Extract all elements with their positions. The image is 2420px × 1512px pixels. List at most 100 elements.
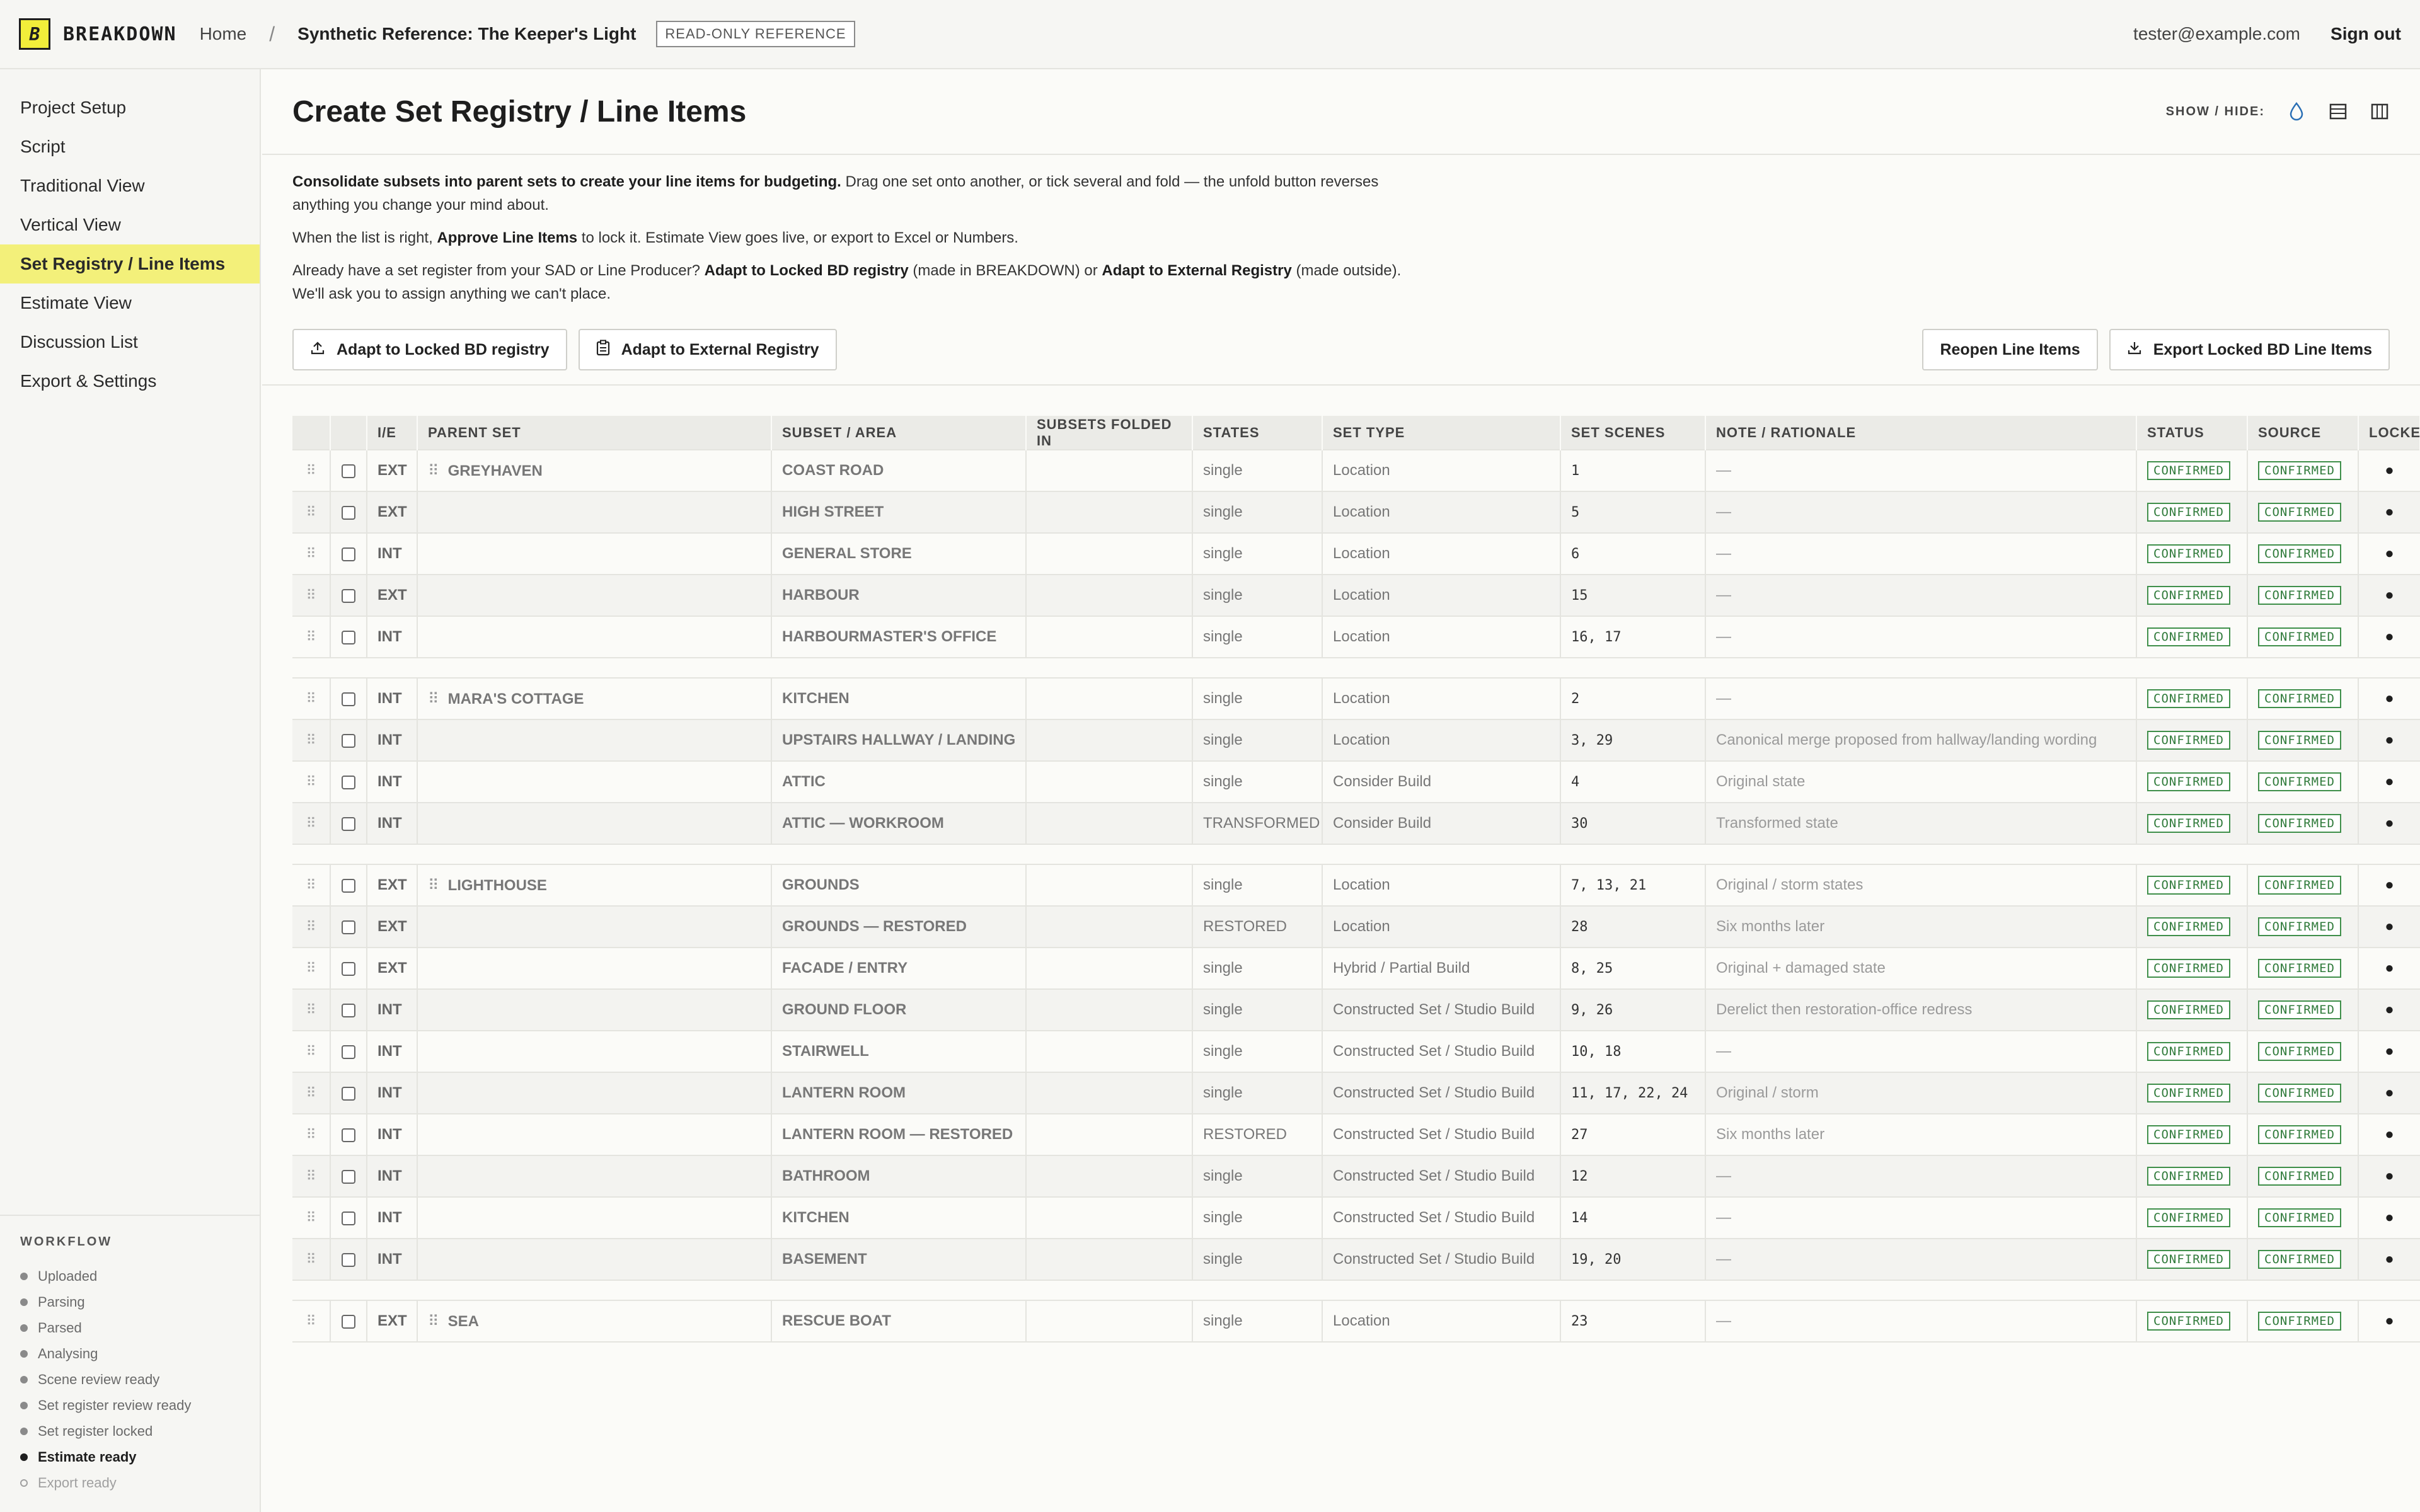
row-checkbox[interactable] [342,588,355,603]
export-line-items-button[interactable]: Export Locked BD Line Items [2109,329,2390,370]
sidebar-item-export-settings[interactable]: Export & Settings [0,362,260,401]
parent-set-cell [417,491,772,534]
row-checkbox[interactable] [342,920,355,934]
table-row[interactable]: ⠿ INT LANTERN ROOM — RESTORED RESTORED Const… [292,1114,2420,1156]
status-badge: CONFIRMED [2147,544,2230,563]
table-row[interactable]: ⠿ INT HARBOURMASTER'S OFFICE single Location… [292,616,2420,658]
row-checkbox[interactable] [342,547,355,561]
status-badge: CONFIRMED [2147,1208,2230,1227]
table-row[interactable]: ⠿ INT STAIRWELL single Constructed Set / Stu… [292,1031,2420,1073]
sidebar-item-script[interactable]: Script [0,127,260,166]
drag-handle-icon[interactable]: ⠿ [292,1197,331,1239]
table-row[interactable]: ⠿ EXT FACADE / ENTRY single Hybrid / Partial… [292,948,2420,990]
columns-icon[interactable] [2370,101,2390,122]
drag-handle-icon[interactable]: ⠿ [292,989,331,1031]
logo-icon[interactable]: B [19,18,50,50]
row-checkbox[interactable] [342,505,355,520]
sidebar-item-vertical-view[interactable]: Vertical View [0,205,260,244]
set-scenes-cell: 30 [1560,803,1706,845]
table-row[interactable]: ⠿ EXT ⠿ GREYHAVEN COAST ROAD single Location 1—… [292,449,2420,492]
table-row[interactable]: ⠿ EXT ⠿ SEA RESCUE BOAT single Location 23— CONF… [292,1300,2420,1343]
drag-handle-icon[interactable]: ⠿ [292,864,331,907]
sidebar-item-project-setup[interactable]: Project Setup [0,88,260,127]
drag-handle-icon[interactable]: ⠿ [292,761,331,803]
row-checkbox-cell [330,1300,367,1343]
sidebar-item-estimate-view[interactable]: Estimate View [0,284,260,323]
table-row[interactable]: ⠿ INT BATHROOM single Constructed Set / Stud… [292,1155,2420,1198]
row-checkbox[interactable] [342,1314,355,1329]
rows-icon[interactable] [2328,101,2348,122]
table-row[interactable]: ⠿ INT KITCHEN single Constructed Set / Studi… [292,1197,2420,1239]
drag-handle-icon[interactable]: ⠿ [292,449,331,492]
states-cell: single [1192,1031,1323,1073]
row-checkbox[interactable] [342,1211,355,1225]
parent-drag-handle-icon[interactable]: ⠿ [428,462,439,479]
row-checkbox[interactable] [342,733,355,748]
drag-handle-icon[interactable]: ⠿ [292,677,331,720]
drag-handle-icon[interactable]: ⠿ [292,1239,331,1281]
sign-out-button[interactable]: Sign out [2331,24,2401,44]
drag-handle-icon[interactable]: ⠿ [292,1072,331,1114]
drag-handle-icon[interactable]: ⠿ [292,1300,331,1343]
table-row[interactable]: ⠿ INT ⠿ MARA'S COTTAGE KITCHEN single Location… [292,677,2420,720]
brand-name[interactable]: BREAKDOWN [63,23,177,45]
sidebar-item-set-registry-line-items[interactable]: Set Registry / Line Items [0,244,260,284]
set-scenes-cell: 7, 13, 21 [1560,864,1706,907]
drag-handle-icon[interactable]: ⠿ [292,719,331,762]
row-checkbox[interactable] [342,630,355,644]
drag-handle-icon[interactable]: ⠿ [292,906,331,948]
drag-handle-icon[interactable]: ⠿ [292,1031,331,1073]
table-row[interactable]: ⠿ INT GENERAL STORE single Location 6— CONFIRM… [292,533,2420,575]
row-checkbox[interactable] [342,1003,355,1017]
row-checkbox[interactable] [342,464,355,478]
drag-handle-icon[interactable]: ⠿ [292,616,331,658]
breadcrumb-home[interactable]: Home [200,24,247,44]
sidebar-item-discussion-list[interactable]: Discussion List [0,323,260,362]
spacer-cell [1026,658,1192,678]
row-checkbox[interactable] [342,1128,355,1142]
table-row[interactable]: ⠿ INT BASEMENT single Constructed Set / Stud… [292,1239,2420,1281]
adapt-locked-registry-button[interactable]: Adapt to Locked BD registry [292,329,567,370]
reopen-line-items-button[interactable]: Reopen Line Items [1922,329,2098,370]
parent-drag-handle-icon[interactable]: ⠿ [428,690,439,707]
table-row[interactable]: ⠿ INT ATTIC — WORKROOM TRANSFORMED Consider … [292,803,2420,845]
drag-handle-icon[interactable]: ⠿ [292,533,331,575]
table-row[interactable]: ⠿ EXT GROUNDS — RESTORED RESTORED Location 28… [292,906,2420,948]
workflow-panel: WORKFLOW Uploaded Parsing Parsed Analysing S… [0,1215,260,1512]
row-checkbox[interactable] [342,1086,355,1101]
row-checkbox[interactable] [342,816,355,831]
adapt-external-registry-button[interactable]: Adapt to External Registry [578,329,837,370]
sidebar-item-traditional-view[interactable]: Traditional View [0,166,260,205]
table-row[interactable]: ⠿ EXT HIGH STREET single Location 5— CONFIRMED… [292,491,2420,534]
table-row[interactable]: ⠿ INT ATTIC single Consider Build 4 Original s… [292,761,2420,803]
table-row[interactable]: ⠿ INT GROUND FLOOR single Constructed Set / … [292,989,2420,1031]
drag-handle-icon[interactable]: ⠿ [292,575,331,617]
table-row[interactable]: ⠿ EXT ⠿ LIGHTHOUSE GROUNDS single Location 7, 1… [292,864,2420,907]
drag-handle-icon[interactable]: ⠿ [292,948,331,990]
row-checkbox[interactable] [342,1045,355,1059]
drag-handle-icon[interactable]: ⠿ [292,1114,331,1156]
drag-handle-icon[interactable]: ⠿ [292,1155,331,1198]
row-checkbox[interactable] [342,775,355,789]
table-row[interactable]: ⠿ EXT HARBOUR single Location 15— CONFIRMED CON… [292,575,2420,617]
spacer-cell [2247,1280,2358,1300]
row-checkbox[interactable] [342,878,355,893]
workflow-step-label: Estimate ready [38,1448,137,1465]
status-cell: CONFIRMED [2136,906,2248,948]
row-checkbox[interactable] [342,961,355,976]
table-row[interactable]: ⠿ INT UPSTAIRS HALLWAY / LANDING single Loca… [292,719,2420,762]
parent-drag-handle-icon[interactable]: ⠿ [428,877,439,894]
note-cell: — [1705,1031,2137,1073]
drag-handle-icon[interactable]: ⠿ [292,491,331,534]
row-checkbox[interactable] [342,1252,355,1267]
row-checkbox[interactable] [342,1169,355,1184]
row-checkbox[interactable] [342,692,355,706]
subset-cell: HIGH STREET [771,491,1027,534]
int-ext-cell: EXT [367,1300,418,1343]
table-row[interactable]: ⠿ INT LANTERN ROOM single Constructed Set / … [292,1072,2420,1114]
source-badge: CONFIRMED [2258,731,2341,750]
droplet-icon[interactable] [2286,101,2307,122]
drag-handle-icon[interactable]: ⠿ [292,803,331,845]
status-badge: CONFIRMED [2147,917,2230,936]
parent-drag-handle-icon[interactable]: ⠿ [428,1313,439,1330]
